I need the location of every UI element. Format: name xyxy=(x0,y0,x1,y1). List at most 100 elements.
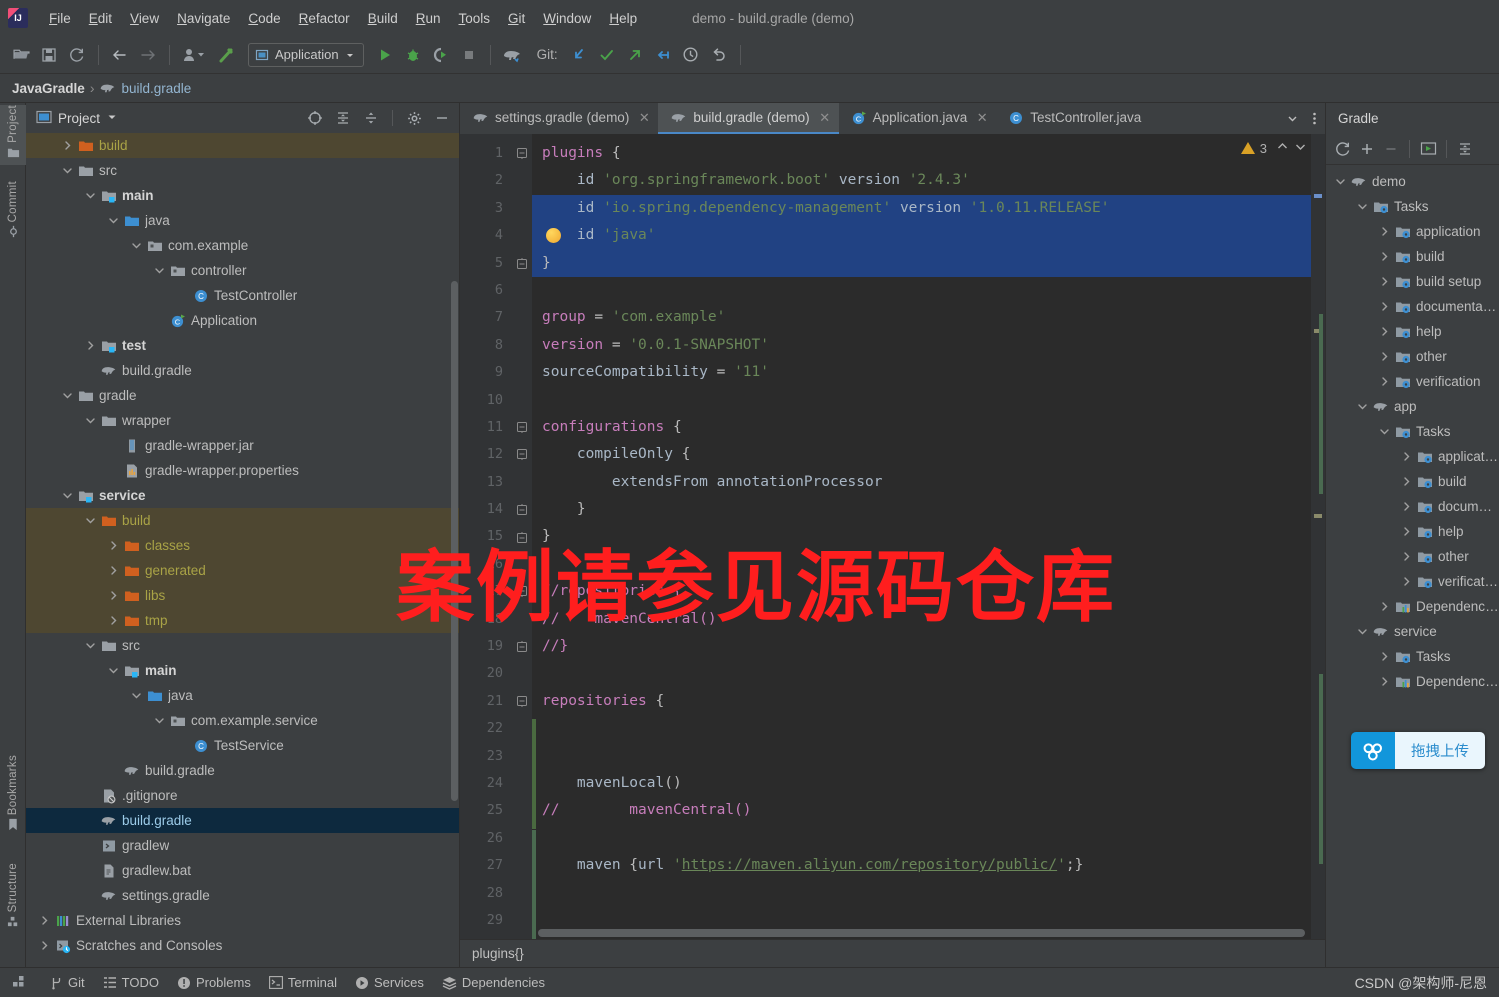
code-line[interactable]: id 'io.spring.dependency-management' ver… xyxy=(532,194,1325,223)
chevron-right-icon[interactable] xyxy=(1400,500,1413,513)
chevron-right-icon[interactable] xyxy=(1400,525,1413,538)
gradle-tree-node[interactable]: build xyxy=(1326,469,1499,494)
status-bar-item-terminal[interactable]: Terminal xyxy=(268,975,337,990)
gradle-tree-node[interactable]: documentation xyxy=(1326,294,1499,319)
close-icon[interactable]: ✕ xyxy=(638,110,650,126)
gradle-tree-node[interactable]: application xyxy=(1326,444,1499,469)
chevron-right-icon[interactable] xyxy=(107,589,120,602)
tree-node[interactable]: .gitignore xyxy=(26,783,459,808)
code-line[interactable]: compileOnly { xyxy=(532,441,1325,468)
menu-item-refactor[interactable]: Refactor xyxy=(290,8,359,29)
code-line[interactable]: configurations { xyxy=(532,414,1325,441)
fold-marker-icon[interactable] xyxy=(512,140,532,167)
chevron-right-icon[interactable] xyxy=(1400,450,1413,463)
fold-marker-icon[interactable] xyxy=(512,578,532,605)
tree-node[interactable]: C Application xyxy=(26,308,459,333)
code-line[interactable]: plugins { xyxy=(532,140,1325,167)
chevron-down-icon[interactable] xyxy=(153,714,166,727)
save-all-icon[interactable] xyxy=(36,42,62,68)
execute-task-icon[interactable] xyxy=(1417,138,1439,160)
status-bar-layout-icon[interactable] xyxy=(12,974,26,991)
build-hammer-icon[interactable] xyxy=(214,42,240,68)
gradle-tree-node[interactable]: Dependencies xyxy=(1326,669,1499,694)
menu-item-window[interactable]: Window xyxy=(534,8,600,29)
chevron-right-icon[interactable] xyxy=(107,564,120,577)
editor-tab[interactable]: C TestController.java xyxy=(996,103,1149,134)
gradle-tree-node[interactable]: app xyxy=(1326,394,1499,419)
sync-refresh-icon[interactable] xyxy=(64,42,90,68)
code-line[interactable]: extendsFrom annotationProcessor xyxy=(532,469,1325,496)
code-line[interactable]: } xyxy=(532,496,1325,523)
tree-node[interactable]: External Libraries xyxy=(26,908,459,933)
code-folding-column[interactable] xyxy=(512,134,532,939)
tree-node[interactable]: C TestController xyxy=(26,283,459,308)
chevron-down-icon[interactable] xyxy=(1356,400,1369,413)
status-bar-item-git[interactable]: Git xyxy=(50,975,85,990)
tree-node[interactable]: settings.gradle xyxy=(26,883,459,908)
run-icon[interactable] xyxy=(372,42,398,68)
back-arrow-icon[interactable] xyxy=(107,42,133,68)
hide-minus-icon[interactable] xyxy=(431,107,453,129)
chevron-right-icon[interactable] xyxy=(61,139,74,152)
code-line[interactable] xyxy=(532,715,1325,742)
chevron-down-icon[interactable] xyxy=(84,514,97,527)
editor-tab[interactable]: settings.gradle (demo) ✕ xyxy=(460,103,658,134)
code-line[interactable]: sourceCompatibility = '11' xyxy=(532,359,1325,386)
project-tree-scrollbar[interactable] xyxy=(451,281,458,801)
code-line[interactable]: // mavenCentral() xyxy=(532,606,1325,633)
breadcrumb-file[interactable]: build.gradle xyxy=(121,81,191,96)
menu-item-run[interactable]: Run xyxy=(407,8,450,29)
chevron-down-icon[interactable] xyxy=(107,214,120,227)
expand-all-icon[interactable] xyxy=(1454,138,1476,160)
menu-item-code[interactable]: Code xyxy=(239,8,289,29)
chevron-right-icon[interactable] xyxy=(1400,475,1413,488)
sidebar-item-bookmarks[interactable]: Bookmarks xyxy=(0,755,26,837)
status-bar-item-todo[interactable]: TODO xyxy=(103,975,159,990)
gradle-tree-node[interactable]: verification xyxy=(1326,569,1499,594)
settings-gear-icon[interactable] xyxy=(403,107,425,129)
chevron-right-icon[interactable] xyxy=(38,939,51,952)
remove-icon[interactable] xyxy=(1380,138,1402,160)
fold-marker-icon[interactable] xyxy=(512,688,532,715)
git-push-icon[interactable] xyxy=(622,42,648,68)
fold-marker-icon[interactable] xyxy=(512,414,532,441)
gradle-tree-node[interactable]: demo xyxy=(1326,169,1499,194)
chevron-down-icon[interactable] xyxy=(84,639,97,652)
tree-node[interactable]: gradle xyxy=(26,383,459,408)
chevron-right-icon[interactable] xyxy=(38,914,51,927)
forward-arrow-icon[interactable] xyxy=(135,42,161,68)
intention-bulb-icon[interactable] xyxy=(546,228,561,244)
chevron-down-icon[interactable] xyxy=(1378,425,1391,438)
tree-node[interactable]: build.gradle xyxy=(26,758,459,783)
chevron-right-icon[interactable] xyxy=(107,539,120,552)
tree-node[interactable]: generated xyxy=(26,558,459,583)
code-line[interactable]: repositories { xyxy=(532,688,1325,715)
tree-node[interactable]: wrapper xyxy=(26,408,459,433)
chevron-right-icon[interactable] xyxy=(1400,575,1413,588)
code-line[interactable]: } xyxy=(532,523,1325,550)
code-line[interactable]: version = '0.0.1-SNAPSHOT' xyxy=(532,332,1325,359)
menu-item-tools[interactable]: Tools xyxy=(450,8,500,29)
chevron-down-icon[interactable] xyxy=(1294,140,1307,156)
chevron-down-icon[interactable] xyxy=(84,189,97,202)
tree-node[interactable]: service xyxy=(26,483,459,508)
tree-node[interactable]: tmp xyxy=(26,608,459,633)
fold-marker-icon[interactable] xyxy=(512,441,532,468)
git-commit-check-icon[interactable] xyxy=(594,42,620,68)
gradle-tree-node[interactable]: build setup xyxy=(1326,269,1499,294)
tree-node[interactable]: controller xyxy=(26,258,459,283)
code-line[interactable]: group = 'com.example' xyxy=(532,304,1325,331)
git-update-icon[interactable] xyxy=(566,42,592,68)
gradle-tree-node[interactable]: Tasks xyxy=(1326,194,1499,219)
upload-floating-button[interactable]: 拖拽上传 xyxy=(1351,732,1485,769)
chevron-right-icon[interactable] xyxy=(1378,650,1391,663)
chevron-right-icon[interactable] xyxy=(107,614,120,627)
chevron-right-icon[interactable] xyxy=(84,339,97,352)
menu-item-edit[interactable]: Edit xyxy=(80,8,121,29)
error-stripe-gutter[interactable] xyxy=(1311,134,1325,939)
tree-node[interactable]: gradlew.bat xyxy=(26,858,459,883)
code-line[interactable]: } xyxy=(532,249,1325,277)
code-line[interactable]: //} xyxy=(532,633,1325,660)
sidebar-item-structure[interactable]: Structure xyxy=(0,863,26,934)
more-vertical-icon[interactable] xyxy=(1303,103,1325,134)
